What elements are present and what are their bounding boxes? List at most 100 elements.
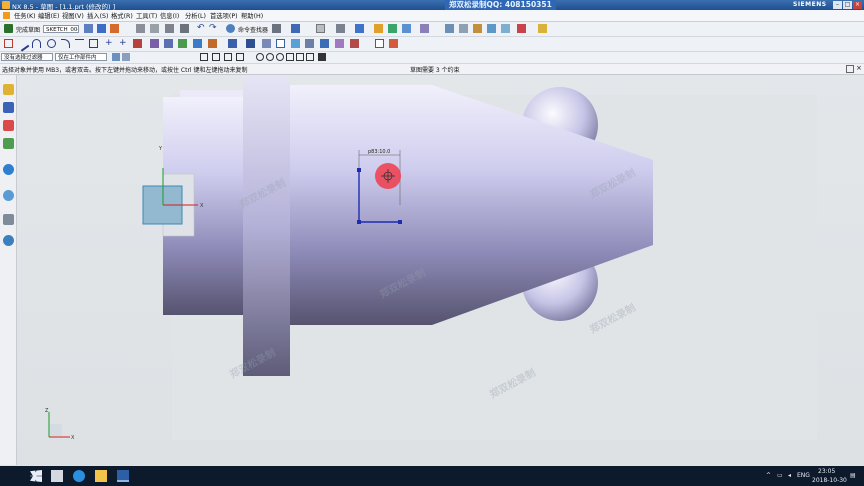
measure-icon[interactable]	[272, 24, 281, 33]
snap-quadrant-icon[interactable]	[266, 53, 274, 61]
assembly-navigator-icon[interactable]	[3, 84, 14, 95]
snap-view-icon[interactable]	[538, 24, 547, 33]
rapid-dimension-icon[interactable]	[228, 39, 237, 48]
make-corner-icon[interactable]	[178, 39, 187, 48]
snap-on-surface-icon[interactable]	[296, 53, 304, 61]
graphics-window[interactable]: X Y p83:10.0 Z X 郑双松录制 郑双松录制 郑双松录制 郑双松录制…	[17, 75, 864, 465]
animate-dim-icon[interactable]	[335, 39, 344, 48]
nx-taskbar-icon[interactable]	[117, 470, 129, 482]
calculator-icon[interactable]	[51, 470, 63, 482]
continuous-auto-dim-icon[interactable]	[320, 39, 329, 48]
fillet-icon[interactable]	[61, 39, 70, 48]
orient-view-icon[interactable]	[84, 24, 93, 33]
close-button[interactable]: ×	[853, 1, 862, 9]
mirror-icon[interactable]	[208, 39, 217, 48]
clock-time[interactable]: 23:05	[818, 468, 835, 475]
snap-center-icon[interactable]	[256, 53, 264, 61]
object-display-icon[interactable]	[473, 24, 482, 33]
file-explorer-icon[interactable]	[95, 470, 107, 482]
menu-view[interactable]: 视图(V)	[62, 11, 84, 20]
snap-midpoint-icon[interactable]	[212, 53, 220, 61]
extend-icon[interactable]	[164, 39, 173, 48]
snap-on-curve-icon[interactable]	[286, 53, 294, 61]
rectangle-icon[interactable]	[89, 39, 98, 48]
system-materials-icon[interactable]	[3, 214, 14, 225]
menu-insert[interactable]: 插入(S)	[87, 11, 109, 20]
offset-curve-icon[interactable]	[133, 39, 142, 48]
show-constraints-icon[interactable]	[262, 39, 271, 48]
menu-tools[interactable]: 工具(T)	[136, 11, 157, 20]
constraint-navigator-icon[interactable]	[3, 102, 14, 113]
selection-filter-select[interactable]: 没有选择过滤器	[1, 53, 53, 61]
menu-edit[interactable]: 编辑(E)	[38, 11, 60, 20]
snap-endpoint-icon[interactable]	[200, 53, 208, 61]
sketch-vertex[interactable]	[357, 220, 361, 224]
tray-arrow-icon[interactable]: ^	[766, 472, 771, 479]
snap-existing-point-icon[interactable]	[276, 53, 284, 61]
menu-task[interactable]: 任务(K)	[14, 11, 36, 20]
network-icon[interactable]: ▭	[777, 472, 783, 479]
finish-sketch-icon[interactable]	[4, 24, 13, 33]
dimension-label[interactable]: p83:10.0	[368, 149, 390, 155]
assembly-scope-select[interactable]: 仅在工作部件内	[55, 53, 107, 61]
display-icon[interactable]	[459, 24, 468, 33]
redo-icon[interactable]: ↷	[209, 23, 217, 33]
undo-icon[interactable]: ↶	[197, 23, 205, 33]
reuse-library-icon[interactable]	[3, 138, 14, 149]
point-icon[interactable]: +	[105, 38, 113, 48]
chamfer-icon[interactable]	[75, 39, 84, 48]
snap-intersection-icon[interactable]	[236, 53, 244, 61]
maximize-button[interactable]: □	[843, 1, 852, 9]
trim-icon[interactable]	[150, 39, 159, 48]
part-navigator-icon[interactable]	[3, 120, 14, 131]
select-all-icon[interactable]	[112, 53, 120, 61]
menu-format[interactable]: 格式(R)	[111, 11, 133, 20]
render-icon[interactable]	[336, 24, 345, 33]
new-icon[interactable]	[136, 24, 145, 33]
snap-control-icon[interactable]	[224, 53, 232, 61]
section-view-icon[interactable]	[420, 24, 429, 33]
minimize-button[interactable]: –	[833, 1, 842, 9]
flange[interactable]	[243, 75, 290, 376]
cone-body[interactable]	[285, 85, 653, 325]
fit-view-icon[interactable]	[374, 24, 383, 33]
hide-icon[interactable]	[487, 24, 496, 33]
edge-icon[interactable]	[73, 470, 85, 482]
alt-solution-icon[interactable]	[350, 39, 359, 48]
deselect-icon[interactable]	[122, 53, 130, 61]
move-icon[interactable]	[150, 24, 159, 33]
snap-toggle-icon[interactable]	[318, 53, 326, 61]
derived-line-icon[interactable]	[193, 39, 202, 48]
part-model[interactable]: X Y p83:10.0 Z X	[17, 75, 864, 465]
paste-icon[interactable]	[180, 24, 189, 33]
start-icon[interactable]	[30, 470, 42, 482]
menu-preferences[interactable]: 首选项(P)	[210, 11, 238, 20]
reattach-icon[interactable]	[97, 24, 106, 33]
menu-analysis[interactable]: 分析(L)	[185, 11, 206, 20]
sketch-vertex[interactable]	[398, 220, 402, 224]
line-icon[interactable]	[15, 37, 30, 52]
profile-icon[interactable]	[4, 39, 13, 48]
sketch-vertex[interactable]	[357, 168, 361, 172]
create-constraints-icon[interactable]	[389, 39, 398, 48]
clock-date[interactable]: 2018-10-30	[812, 477, 847, 484]
arc-icon[interactable]	[32, 39, 41, 48]
copy-icon[interactable]	[165, 24, 174, 33]
infer-constraints-icon[interactable]	[375, 39, 384, 48]
update-model-icon[interactable]	[110, 24, 119, 33]
finish-sketch-label[interactable]: 完成草图	[16, 25, 40, 34]
panel-close-icon[interactable]: ×	[856, 64, 862, 72]
restore-icon[interactable]	[846, 65, 854, 73]
point-icon-2[interactable]: +	[119, 38, 127, 48]
geometric-constraint-icon[interactable]	[246, 39, 255, 48]
layer-icon[interactable]	[291, 24, 300, 33]
notification-icon[interactable]: ▤	[850, 472, 856, 479]
command-finder-label[interactable]: 命令查找器	[238, 25, 268, 34]
menu-info[interactable]: 信息(I)	[160, 11, 179, 20]
show-icon[interactable]	[501, 24, 510, 33]
grid-icon[interactable]	[316, 24, 325, 33]
shaded-view-icon[interactable]	[355, 24, 364, 33]
command-finder-icon[interactable]	[226, 24, 235, 33]
convert-reference-icon[interactable]	[291, 39, 300, 48]
language-indicator[interactable]: ENG	[797, 472, 810, 479]
